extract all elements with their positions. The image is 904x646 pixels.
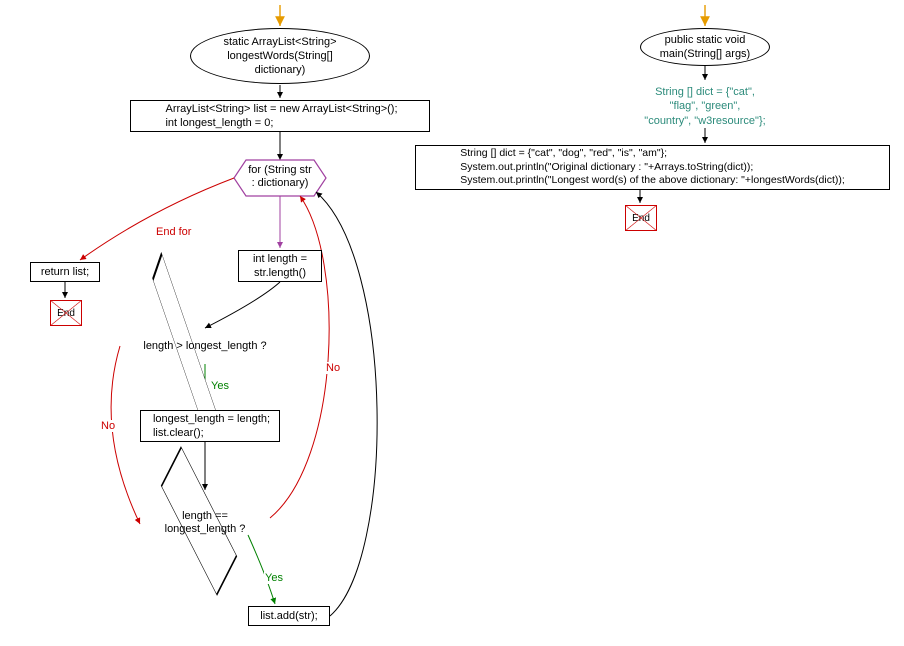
left-return-process: return list; <box>30 262 100 282</box>
left-add-process: list.add(str); <box>248 606 330 626</box>
right-end-text: End <box>632 213 650 224</box>
left-cond2-label: length == longest_length ? <box>150 510 260 536</box>
label-yes-2: Yes <box>264 572 284 584</box>
label-end-for: End for <box>155 226 192 238</box>
label-yes-1: Yes <box>210 380 230 392</box>
right-main-block: String [] dict = {"cat", "dog", "red", "… <box>415 145 890 190</box>
left-length-assign: int length = str.length() <box>238 250 322 282</box>
left-cond1-label: length > longest_length ? <box>120 340 290 353</box>
right-end-box: End <box>625 205 657 231</box>
label-no-2: No <box>325 362 341 374</box>
left-end-text: End <box>57 308 75 319</box>
left-clear-process: longest_length = length; list.clear(); <box>140 410 280 442</box>
right-start-terminator: public static void main(String[] args) <box>640 28 770 66</box>
left-init-process: ArrayList<String> list = new ArrayList<S… <box>130 100 430 132</box>
left-start-terminator: static ArrayList<String> longestWords(St… <box>190 28 370 84</box>
left-end-box: End <box>50 300 82 326</box>
right-dict-comment: String [] dict = {"cat", "flag", "green"… <box>620 82 790 131</box>
label-no-1: No <box>100 420 116 432</box>
left-loop-hex-text: for (String str : dictionary) <box>235 164 325 190</box>
